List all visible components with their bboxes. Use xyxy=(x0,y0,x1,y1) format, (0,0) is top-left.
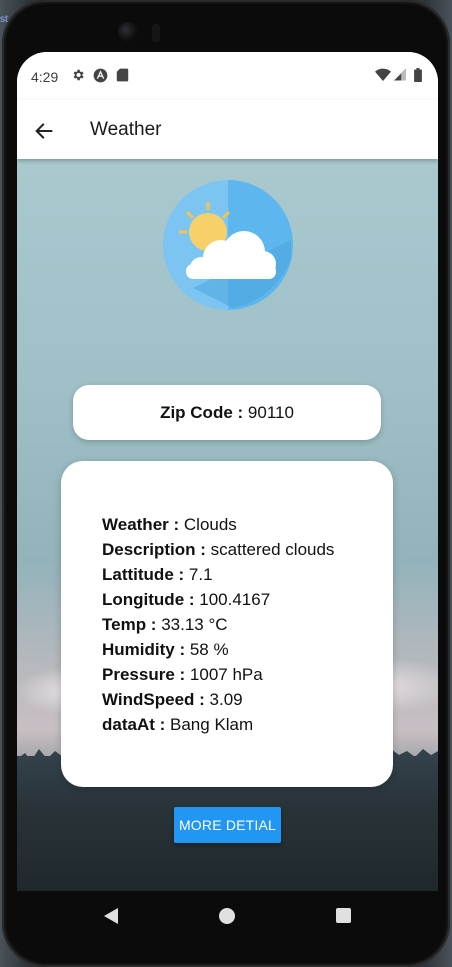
info-label: Weather : xyxy=(102,515,180,534)
partly-cloudy-icon xyxy=(163,180,293,310)
info-label: Lattitude : xyxy=(102,565,185,584)
info-row-temp: Temp : 33.13 °C xyxy=(102,612,334,637)
info-value: 7.1 xyxy=(188,565,213,584)
info-value: 1007 hPa xyxy=(189,665,263,684)
info-value: 58 % xyxy=(189,640,229,659)
battery-icon xyxy=(414,68,422,82)
info-label: Temp : xyxy=(102,615,157,634)
info-label: Humidity : xyxy=(102,640,186,659)
info-label: dataAt : xyxy=(102,715,166,734)
info-value: 3.09 xyxy=(209,690,243,709)
info-value: Clouds xyxy=(183,515,237,534)
app-bar: Weather xyxy=(17,100,438,159)
main-content: Zip Code : 90110 Weather : Clouds Descri… xyxy=(17,159,438,891)
zip-code-card: Zip Code : 90110 xyxy=(73,385,381,440)
cell-signal-icon xyxy=(394,68,406,81)
zip-code-label: Zip Code : xyxy=(160,403,244,422)
phone-screen: 4:29 Weather Zip Code: 90110 Weather: … xyxy=(17,52,438,891)
info-row-latitude: Lattitude : 7.1 xyxy=(102,562,334,587)
weather-info-list: Weather : Clouds Description : scattered… xyxy=(102,512,334,737)
info-row-weather: Weather : Clouds xyxy=(102,512,334,537)
speaker-grille xyxy=(152,24,160,42)
zip-code-value: 90110 xyxy=(247,403,294,422)
info-row-description: Description : scattered clouds xyxy=(102,537,334,562)
info-row-humidity: Humidity : 58 % xyxy=(102,637,334,662)
arrow-left-icon[interactable] xyxy=(33,120,55,142)
info-row-pressure: Pressure : 1007 hPa xyxy=(102,662,334,687)
more-detail-button[interactable]: MORE DETIAL xyxy=(174,807,281,843)
status-bar: 4:29 xyxy=(17,52,438,100)
front-camera xyxy=(118,22,138,42)
page-title: Weather xyxy=(90,119,162,140)
info-value: scattered clouds xyxy=(210,540,335,559)
status-time: 4:29 xyxy=(31,69,59,85)
nav-back-icon[interactable] xyxy=(103,908,119,924)
nav-home-icon[interactable] xyxy=(219,908,235,924)
info-label: Longitude : xyxy=(102,590,195,609)
system-nav-bar xyxy=(17,891,438,941)
sd-card-icon xyxy=(116,68,129,82)
nav-recents-icon[interactable] xyxy=(336,908,351,923)
info-row-longitude: Longitude : 100.4167 xyxy=(102,587,334,612)
weather-info-card: Weather : Clouds Description : scattered… xyxy=(61,461,393,787)
info-label: Pressure : xyxy=(102,665,186,684)
info-value: 100.4167 xyxy=(199,590,271,609)
gear-icon xyxy=(73,69,84,81)
info-row-data-at: dataAt : Bang Klam xyxy=(102,712,334,737)
wifi-icon xyxy=(375,68,391,81)
info-label: WindSpeed : xyxy=(102,690,205,709)
info-value: 33.13 °C xyxy=(161,615,228,634)
info-row-windspeed: WindSpeed : 3.09 xyxy=(102,687,334,712)
info-value: Bang Klam xyxy=(170,715,254,734)
info-label: Description : xyxy=(102,540,206,559)
android-icon xyxy=(93,68,108,83)
